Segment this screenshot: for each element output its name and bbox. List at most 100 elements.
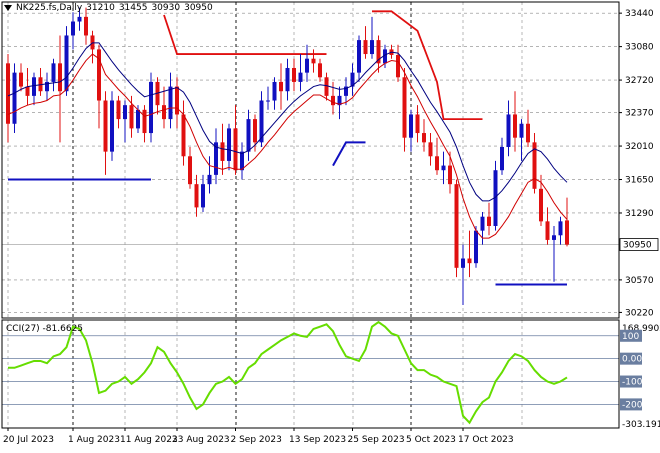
candle-body xyxy=(539,188,543,222)
dropdown-triangle-icon[interactable] xyxy=(4,4,12,11)
candle-body xyxy=(500,146,504,171)
candle-body xyxy=(181,114,186,157)
candle-body xyxy=(461,258,465,268)
candle-body xyxy=(370,40,374,55)
candle-body xyxy=(474,230,478,264)
candle-body xyxy=(97,49,101,101)
current-price-label: 30950 xyxy=(623,241,652,251)
candle-body xyxy=(422,133,426,143)
candle-body xyxy=(58,63,62,92)
candle-body xyxy=(415,114,420,134)
candle-body xyxy=(292,67,296,82)
price-tick-label: 30570 xyxy=(625,276,654,286)
candle-body xyxy=(331,95,335,106)
time-tick-label: 1 Aug 2023 xyxy=(68,435,120,445)
cci-tick-label: -200 xyxy=(622,400,643,410)
candle-body xyxy=(25,86,30,96)
candle-body xyxy=(272,81,277,101)
candle-body xyxy=(6,63,10,124)
candle-body xyxy=(266,100,270,102)
candle-body xyxy=(454,184,459,268)
open-value: 31210 xyxy=(86,3,115,13)
cci-indicator-label: CCI(27) -81.6625 xyxy=(6,324,84,334)
candle-body xyxy=(448,165,452,185)
price-tick-label: 32720 xyxy=(625,76,654,86)
candle-body xyxy=(116,100,121,120)
candle-body xyxy=(77,16,82,22)
price-tick-label: 30220 xyxy=(625,308,654,318)
candle-body xyxy=(71,21,75,36)
candle-body xyxy=(168,86,173,120)
time-tick-label: 17 Oct 2023 xyxy=(458,435,514,445)
time-tick-label: 2 Sep 2023 xyxy=(231,435,282,445)
candle-body xyxy=(305,58,309,73)
candle-body xyxy=(428,142,433,157)
candle-body xyxy=(363,40,368,55)
candle-body xyxy=(441,165,446,171)
candle-body xyxy=(435,156,439,171)
time-tick-label: 5 Oct 2023 xyxy=(406,435,456,445)
price-tick-label: 33080 xyxy=(625,43,654,53)
candle-body xyxy=(311,58,316,64)
candle-body xyxy=(220,142,225,161)
candle-body xyxy=(207,174,212,185)
candle-body xyxy=(467,258,472,264)
candle-body xyxy=(32,77,36,96)
low-value: 30930 xyxy=(151,3,181,13)
candle-body xyxy=(149,81,153,134)
candle-body xyxy=(110,100,114,152)
cci-tick-label: -100 xyxy=(622,378,643,388)
price-tick-label: 32010 xyxy=(625,142,654,152)
candle-body xyxy=(123,105,127,120)
price-chart-svg: 33440 33080 32720 32370 32010 31650 31290 30570… xyxy=(0,0,660,450)
candle-body xyxy=(142,109,147,134)
price-tick-label: 31290 xyxy=(625,209,654,219)
high-value: 31455 xyxy=(118,3,148,13)
candle-body xyxy=(84,16,88,36)
candle-body xyxy=(545,221,550,240)
candle-body xyxy=(64,35,69,92)
candle-body xyxy=(51,63,56,82)
candle-body xyxy=(318,63,322,78)
symbol-label: NK225.fs,Daily xyxy=(16,3,83,13)
candle-body xyxy=(175,86,179,115)
price-tick-label: 32370 xyxy=(625,109,654,119)
time-tick-label: 25 Sep 2023 xyxy=(348,435,405,445)
candle-body xyxy=(513,114,517,138)
candle-body xyxy=(12,72,17,124)
time-tick-label: 13 Sep 2023 xyxy=(289,435,346,445)
candle-body xyxy=(487,216,491,226)
cci-tick-label: -303.191 xyxy=(622,420,660,430)
candle-body xyxy=(285,67,290,92)
candle-body xyxy=(519,123,524,138)
candle-body xyxy=(194,184,199,208)
candle-body xyxy=(136,109,140,129)
cci-tick-label: 100 xyxy=(622,332,639,342)
candle-body xyxy=(103,100,108,152)
candle-body xyxy=(279,81,283,92)
candle-body xyxy=(324,77,329,96)
candle-body xyxy=(188,156,192,185)
candle-body xyxy=(357,40,361,73)
chart-window: 33440 33080 32720 32370 32010 31650 31290 30570… xyxy=(0,0,660,450)
candle-body xyxy=(558,221,563,236)
candle-body xyxy=(402,77,407,138)
time-tick-label: 20 Jul 2023 xyxy=(3,435,54,445)
candle-body xyxy=(552,235,556,240)
candle-body xyxy=(129,105,134,129)
candle-body xyxy=(162,105,166,120)
price-tick-label: 31650 xyxy=(625,176,654,186)
chart-title-bar: NK225.fs,Daily 31210 31455 30930 30950 xyxy=(4,3,217,13)
candle-body xyxy=(201,184,205,208)
time-tick-label: 23 Aug 2023 xyxy=(172,435,230,445)
candle-body xyxy=(227,128,231,161)
time-tick-label: 11 Aug 2023 xyxy=(120,435,178,445)
candle-body xyxy=(396,54,400,78)
candle-body xyxy=(19,72,23,87)
candle-body xyxy=(233,128,238,171)
candle-body xyxy=(526,123,530,143)
price-tick-label: 33440 xyxy=(625,9,654,19)
cci-tick-label: 0.00 xyxy=(622,355,642,365)
close-value: 30950 xyxy=(184,3,213,13)
candle-body xyxy=(246,119,251,152)
